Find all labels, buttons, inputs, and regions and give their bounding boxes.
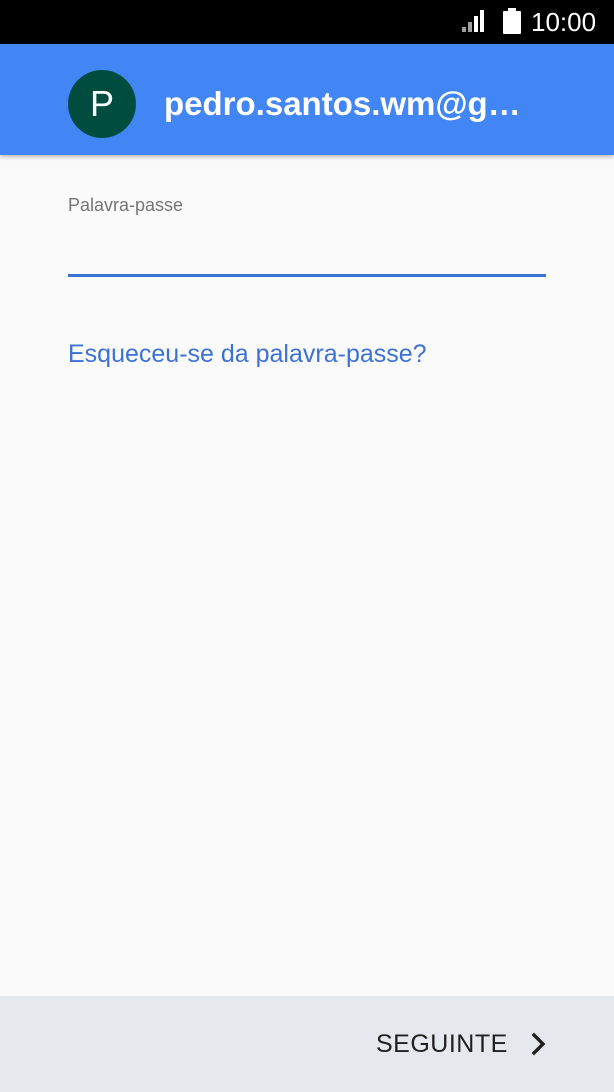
password-input[interactable] bbox=[68, 222, 546, 277]
battery-icon bbox=[503, 8, 521, 34]
forgot-password-link[interactable]: Esqueceu-se da palavra-passe? bbox=[68, 338, 427, 370]
status-bar: 10:00 bbox=[0, 0, 614, 44]
chevron-right-icon bbox=[531, 1032, 546, 1056]
status-clock: 10:00 bbox=[531, 7, 597, 37]
next-button-label: SEGUINTE bbox=[376, 1030, 508, 1058]
next-button[interactable]: SEGUINTE bbox=[362, 1016, 562, 1072]
account-header: P pedro.santos.wm@gm… bbox=[0, 44, 614, 155]
sign-in-screen: 10:00 P pedro.santos.wm@gm… Palavra-pass… bbox=[0, 0, 614, 1092]
account-email: pedro.santos.wm@gm… bbox=[164, 85, 534, 122]
signal-icon bbox=[462, 10, 484, 32]
avatar: P bbox=[68, 70, 136, 138]
password-label: Palavra-passe bbox=[68, 195, 184, 215]
bottom-bar: SEGUINTE bbox=[0, 996, 614, 1092]
